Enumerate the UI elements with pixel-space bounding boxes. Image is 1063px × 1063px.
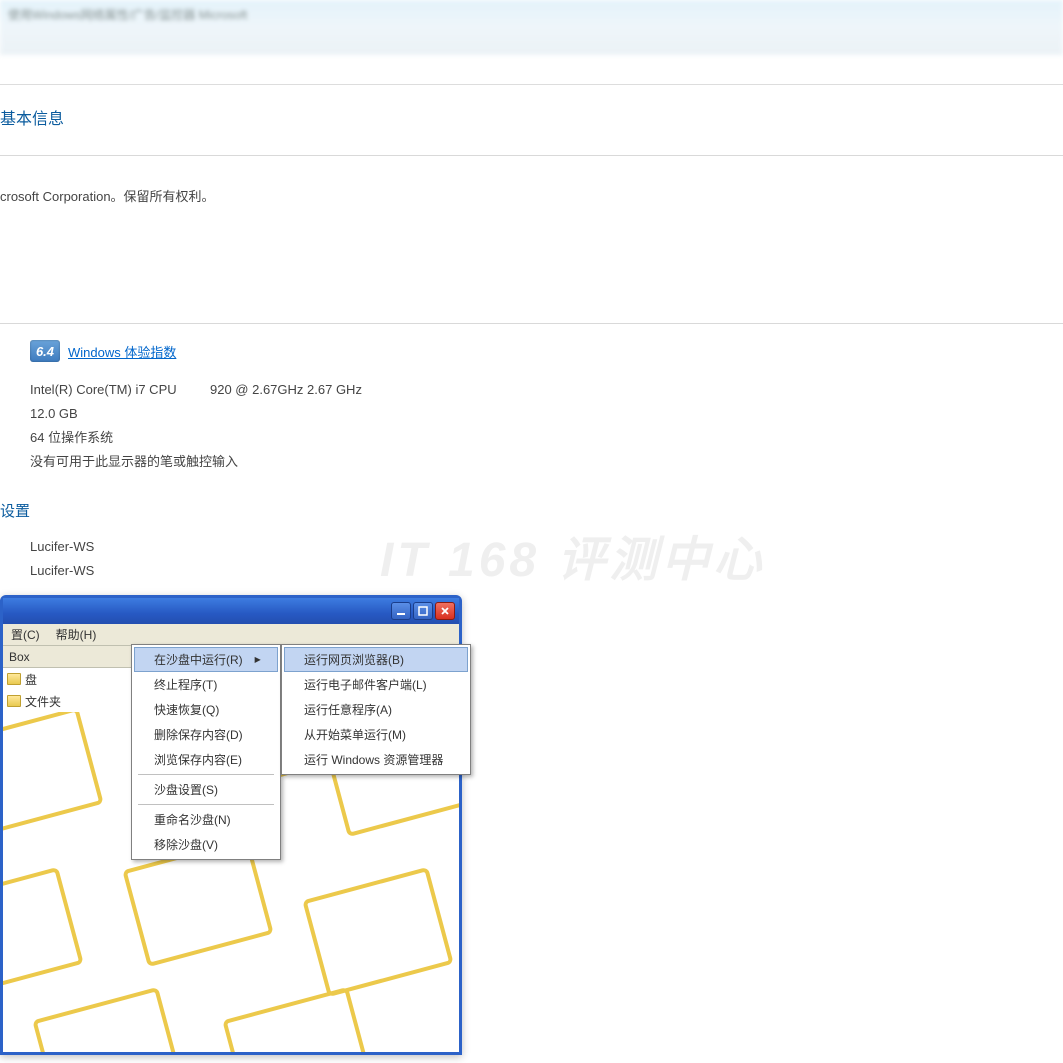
sandboxie-titlebar[interactable] <box>3 598 459 624</box>
ctx-terminate[interactable]: 终止程序(T) <box>134 672 278 697</box>
copyright-text: crosoft Corporation。保留所有权利。 <box>0 186 1063 205</box>
cpu-name: Intel(R) Core(TM) i7 CPU <box>30 378 210 402</box>
ctx-label: 运行任意程序(A) <box>304 701 392 718</box>
maximize-button[interactable] <box>413 602 433 620</box>
ctx-label: 在沙盘中运行(R) <box>154 651 243 668</box>
ctx-quick-recover[interactable]: 快速恢复(Q) <box>134 697 278 722</box>
full-computer-name: Lucifer-WS <box>30 559 1063 583</box>
ctx-label: 从开始菜单运行(M) <box>304 726 406 743</box>
titlebar-blur-text: 使用Windows网络属性/广告/监控器 Microsoft <box>8 6 247 23</box>
ctx-label: 删除保存内容(D) <box>154 726 243 743</box>
ctx-run-browser[interactable]: 运行网页浏览器(B) <box>284 647 468 672</box>
ctx-run-email[interactable]: 运行电子邮件客户端(L) <box>284 672 468 697</box>
th-box[interactable]: Box <box>3 648 36 666</box>
menu-help[interactable]: 帮助(H) <box>52 624 101 645</box>
ctx-separator <box>138 804 274 805</box>
tree-label: 文件夹 <box>25 693 61 710</box>
ctx-delete-contents[interactable]: 删除保存内容(D) <box>134 722 278 747</box>
sandboxie-menubar: 置(C) 帮助(H) <box>3 624 459 646</box>
wei-link[interactable]: Windows 体验指数 <box>68 342 176 361</box>
ctx-run-startmenu[interactable]: 从开始菜单运行(M) <box>284 722 468 747</box>
section-title-settings: 设置 <box>0 500 1063 521</box>
ram-value: 12.0 GB <box>30 402 1063 426</box>
close-button[interactable] <box>435 602 455 620</box>
wei-score-badge: 6.4 <box>30 340 60 362</box>
ctx-remove-sandbox[interactable]: 移除沙盘(V) <box>134 832 278 857</box>
ctx-label: 快速恢复(Q) <box>154 701 219 718</box>
folder-icon <box>7 673 21 685</box>
ctx-run-in-sandbox[interactable]: 在沙盘中运行(R) <box>134 647 278 672</box>
ctx-rename-sandbox[interactable]: 重命名沙盘(N) <box>134 807 278 832</box>
os-type: 64 位操作系统 <box>30 426 1063 450</box>
titlebar-blur: 使用Windows网络属性/广告/监控器 Microsoft <box>0 0 1063 55</box>
ctx-label: 沙盘设置(S) <box>154 781 218 798</box>
context-submenu-run: 运行网页浏览器(B) 运行电子邮件客户端(L) 运行任意程序(A) 从开始菜单运… <box>281 644 471 775</box>
system-properties-panel: 基本信息 crosoft Corporation。保留所有权利。 6.4 Win… <box>0 85 1063 629</box>
minimize-button[interactable] <box>391 602 411 620</box>
toolbar-blank <box>0 55 1063 85</box>
tree-label: 盘 <box>25 671 37 688</box>
cpu-spec: 920 @ 2.67GHz 2.67 GHz <box>210 378 362 402</box>
pen-touch: 没有可用于此显示器的笔或触控输入 <box>30 450 1063 474</box>
divider <box>0 323 1063 324</box>
menu-config[interactable]: 置(C) <box>7 624 44 645</box>
computer-name: Lucifer-WS <box>30 535 1063 559</box>
ctx-label: 终止程序(T) <box>154 676 217 693</box>
divider <box>0 155 1063 156</box>
section-title-basic-info: 基本信息 <box>0 85 1063 147</box>
ctx-label: 浏览保存内容(E) <box>154 751 242 768</box>
ctx-label: 移除沙盘(V) <box>154 836 218 853</box>
ctx-label: 运行电子邮件客户端(L) <box>304 676 427 693</box>
ctx-browse-contents[interactable]: 浏览保存内容(E) <box>134 747 278 772</box>
folder-icon <box>7 695 21 707</box>
ctx-separator <box>138 774 274 775</box>
ctx-run-any[interactable]: 运行任意程序(A) <box>284 697 468 722</box>
ctx-sandbox-settings[interactable]: 沙盘设置(S) <box>134 777 278 802</box>
ctx-run-explorer[interactable]: 运行 Windows 资源管理器 <box>284 747 468 772</box>
ctx-label: 重命名沙盘(N) <box>154 811 231 828</box>
context-menu-sandbox: 在沙盘中运行(R) 终止程序(T) 快速恢复(Q) 删除保存内容(D) 浏览保存… <box>131 644 281 860</box>
ctx-label: 运行 Windows 资源管理器 <box>304 751 443 768</box>
ctx-label: 运行网页浏览器(B) <box>304 651 404 668</box>
